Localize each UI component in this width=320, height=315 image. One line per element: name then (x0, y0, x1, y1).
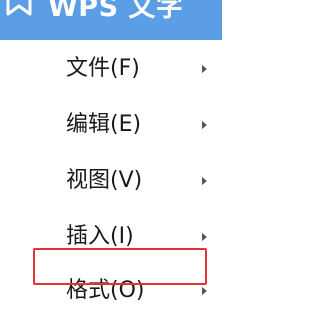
app-title: WPS 文字 (48, 0, 184, 23)
wps-writer-icon (6, 0, 32, 16)
menu-item-label: 文件(F) (66, 56, 140, 81)
menu-item-edit[interactable]: 编辑(E) (0, 98, 222, 152)
wps-menu-screenshot: WPS 文字 文件(F) 编辑(E) 视图(V) 插入(I) 格式(O) (0, 0, 222, 315)
chevron-right-icon (202, 287, 207, 295)
menu-item-label: 编辑(E) (66, 112, 142, 137)
menu-item-label: 视图(V) (66, 168, 143, 193)
chevron-right-icon (202, 233, 207, 241)
title-bar: WPS 文字 (0, 0, 222, 40)
chevron-right-icon (202, 65, 207, 73)
chevron-right-icon (202, 177, 207, 185)
menu-item-file[interactable]: 文件(F) (0, 42, 222, 96)
menu-item-view[interactable]: 视图(V) (0, 154, 222, 208)
menu-item-label: 插入(I) (66, 224, 134, 249)
menu-item-label: 格式(O) (66, 278, 145, 303)
menu-item-format[interactable]: 格式(O) (0, 264, 222, 315)
main-menu: 文件(F) 编辑(E) 视图(V) 插入(I) 格式(O) (0, 40, 222, 315)
chevron-right-icon (202, 121, 207, 129)
menu-item-insert[interactable]: 插入(I) (0, 210, 222, 264)
